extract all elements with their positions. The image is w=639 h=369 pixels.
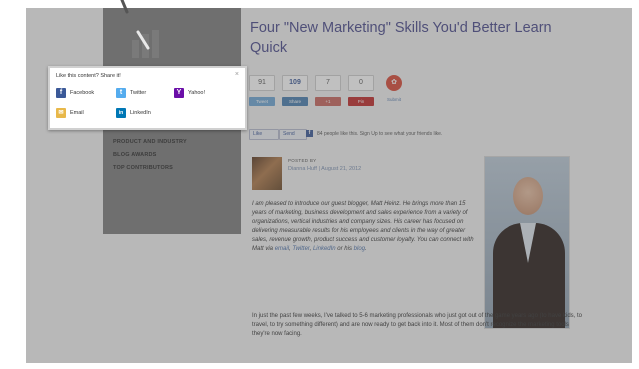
linkedin-share[interactable]: 109 Share [282, 75, 308, 106]
pin-button[interactable]: Pin [348, 97, 374, 106]
article-paragraph: In just the past few weeks, I've talked … [252, 313, 582, 338]
share-twitter-label: Twitter [130, 90, 147, 96]
author-avatar [252, 157, 282, 190]
send-button[interactable]: Send [279, 129, 307, 140]
intro-end: . [365, 246, 367, 253]
intro-text: I am pleased to introduce our guest blog… [252, 201, 474, 253]
share-yahoo-label: Yahoo! [188, 90, 206, 96]
author-photo [484, 156, 570, 329]
blog-link[interactable]: blog [354, 246, 365, 252]
intro-paragraph: I am pleased to introduce our guest blog… [252, 200, 477, 255]
stumbleupon-share[interactable]: ✿ Submit [381, 75, 407, 102]
email-link[interactable]: email [275, 246, 289, 252]
share-facebook-label: Facebook [70, 90, 95, 96]
article-intro: I am pleased to introduce our guest blog… [252, 200, 477, 255]
facebook-icon: f [306, 130, 313, 137]
linkedin-share-button[interactable]: Share [282, 97, 308, 106]
email-icon: ✉ [56, 108, 66, 118]
article-title: Four "New Marketing" Skills You'd Better… [250, 20, 552, 56]
stumbleupon-icon: ✿ [386, 75, 402, 91]
share-popup: Like this content? Share it! × f Faceboo… [48, 66, 247, 130]
plus-one-button[interactable]: +1 [315, 97, 341, 106]
popup-title: Like this content? Share it! [56, 73, 121, 79]
facebook-like-bar: Like Send f 84 people like this. Sign Up… [249, 129, 579, 141]
twitter-link[interactable]: Twitter [292, 246, 309, 252]
share-email-label: Email [70, 110, 84, 116]
yahoo-icon: Y [174, 88, 184, 98]
sidebar-item-top-contributors[interactable]: TOP CONTRIBUTORS [113, 165, 213, 172]
sidebar-menu: B2B SALES PRODUCT AND INDUSTRY BLOG AWAR… [113, 126, 213, 178]
plus-one-count: 7 [315, 75, 341, 91]
sidebar-item-blog-awards[interactable]: BLOG AWARDS [113, 152, 213, 159]
byline: Dianna Huff | August 21, 2012 [288, 166, 362, 172]
tweet-count: 91 [249, 75, 275, 91]
intro-separator: or his [335, 246, 354, 253]
tweet-button[interactable]: Tweet [249, 97, 275, 106]
like-button[interactable]: Like [249, 129, 279, 140]
like-count-text: 84 people like this. Sign Up to see what… [317, 131, 443, 137]
cursor-trail [120, 0, 150, 50]
twitter-share[interactable]: 91 Tweet [249, 75, 275, 106]
twitter-icon: t [116, 88, 126, 98]
posted-by-label: POSTED BY [288, 158, 317, 163]
pinterest-share[interactable]: 0 Pin [348, 75, 374, 106]
sidebar-item-product-and-industry[interactable]: PRODUCT AND INDUSTRY [113, 139, 213, 146]
linkedin-icon: in [116, 108, 126, 118]
share-buttons: 91 Tweet 109 Share 7 +1 0 Pin ✿ Submit [249, 75, 509, 115]
linkedin-share-count: 109 [282, 75, 308, 91]
article-body: In just the past few weeks, I've talked … [252, 312, 582, 339]
share-linkedin-label: LinkedIn [130, 110, 151, 116]
facebook-icon: f [56, 88, 66, 98]
linkedin-link[interactable]: LinkedIn [313, 246, 336, 252]
submit-button[interactable]: Submit [381, 97, 407, 102]
close-icon[interactable]: × [235, 71, 239, 78]
pin-count: 0 [348, 75, 374, 91]
google-plus-share[interactable]: 7 +1 [315, 75, 341, 106]
